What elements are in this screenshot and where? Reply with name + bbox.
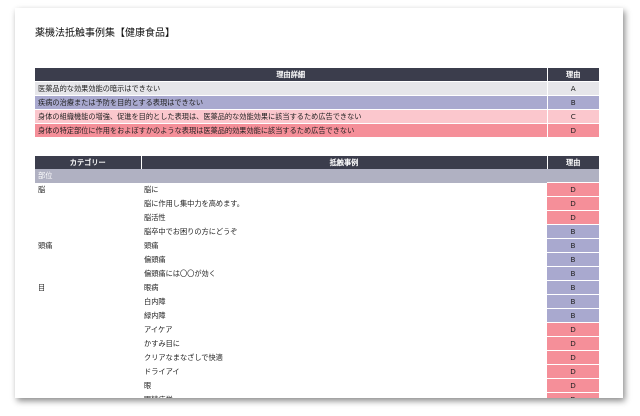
case-row: かすみ目に D — [35, 336, 599, 351]
reason-text: 医薬品的な効果効能の暗示はできない — [35, 81, 547, 96]
case-row: 脳活性 D — [35, 210, 599, 225]
case-category — [35, 225, 141, 239]
case-example: クリアなまなざしで快適 — [144, 353, 223, 362]
case-row: 眼精疲労D — [35, 392, 599, 399]
case-category — [35, 267, 141, 281]
case-code: B — [547, 224, 599, 239]
reason-row: 身体の特定部位に作用をおよぼすかのような表現は医薬品的効果効能に該当するため広告… — [35, 123, 599, 137]
case-category — [35, 393, 141, 399]
case-row: クリアなまなざしで快適 D — [35, 350, 599, 365]
case-category — [35, 351, 141, 365]
case-code: B — [547, 252, 599, 267]
case-example: 偏頭痛 — [144, 255, 166, 264]
case-category — [35, 323, 141, 337]
reason-detail-header: 理由詳細 — [35, 68, 547, 82]
case-row: ドライアイ D — [35, 364, 599, 379]
case-category — [35, 337, 141, 351]
case-code: B — [547, 308, 599, 323]
reason-row: 身体の組織機能の増強、促進を目的とした表現は、医薬品的な効能効果に該当するため広… — [35, 109, 599, 124]
reason-text: 疾病の治療または予防を目的とする表現はできない — [35, 95, 547, 110]
case-category — [35, 309, 141, 323]
case-code: D — [547, 364, 599, 379]
case-code: D — [547, 322, 599, 337]
case-example: 眼 — [144, 381, 152, 390]
case-example: 頭痛 — [144, 241, 159, 250]
reason-table: 理由詳細 理由 医薬品的な効果効能の暗示はできない A 疾病の治療または予防を目的と… — [35, 68, 599, 137]
reason-code: D — [546, 123, 599, 137]
reason-code: B — [546, 95, 599, 110]
example-header: 抵触事例 — [140, 156, 547, 169]
case-row: 眼D — [35, 378, 599, 393]
case-example: 脳活性 — [144, 213, 166, 222]
case-code: D — [547, 210, 599, 225]
reason-header-row: 理由詳細 理由 — [35, 68, 599, 82]
case-code: D — [547, 336, 599, 351]
case-code: B — [547, 238, 599, 253]
case-example: 眼精疲労 — [141, 393, 547, 398]
document-sheet: 薬機法抵触事例集【健康食品】 理由詳細 理由 医薬品的な効果効能の暗示はできない… — [15, 8, 623, 398]
case-code: D — [547, 350, 599, 365]
reason-text: 身体の組織機能の増強、促進を目的とした表現は、医薬品的な効能効果に該当するため広… — [35, 109, 547, 124]
reason-row: 医薬品的な効果効能の暗示はできない A — [35, 81, 599, 96]
reason-row: 疾病の治療または予防を目的とする表現はできない B — [35, 95, 599, 110]
case-row: 偏頭痛 B — [35, 252, 599, 267]
case-example: 脳卒中でお困りの方にどうぞ — [144, 227, 238, 236]
case-row: 緑内障 B — [35, 308, 599, 323]
case-category — [35, 379, 141, 393]
case-row: アイケア D — [35, 322, 599, 337]
case-category — [35, 197, 141, 211]
case-header-row: カテゴリー 抵触事例 理由 — [35, 156, 599, 169]
reason-code-header: 理由 — [546, 68, 599, 82]
case-category — [35, 253, 141, 267]
reason-text: 身体の特定部位に作用をおよぼすかのような表現は医薬品的効果効能に該当するため広告… — [35, 123, 547, 137]
case-example: 白内障 — [144, 297, 166, 306]
case-example: かすみ目に — [144, 339, 180, 348]
case-row: 脳卒中でお困りの方にどうぞ B — [35, 224, 599, 239]
case-code: D — [547, 378, 599, 393]
case-example: ドライアイ — [144, 367, 180, 376]
case-code: D — [547, 182, 599, 197]
case-row: 脳 脳に D — [35, 182, 599, 197]
reason-code: A — [546, 81, 599, 96]
case-row: 偏頭痛には〇〇が効く B — [35, 266, 599, 281]
case-row: 白内障 B — [35, 294, 599, 309]
page-title: 薬機法抵触事例集【健康食品】 — [35, 28, 175, 39]
case-code: D — [547, 392, 599, 398]
case-row: 目 眼病 B — [35, 280, 599, 295]
case-code-header: 理由 — [546, 156, 599, 169]
case-category — [35, 365, 141, 379]
case-code: B — [547, 266, 599, 281]
case-category: 頭痛 — [38, 241, 53, 250]
case-table: カテゴリー 抵触事例 理由 部位 脳 脳に D 脳に作用し集中力を高めます。 D 脳活性 D… — [35, 156, 599, 398]
case-example: 眼病 — [144, 283, 159, 292]
case-category: 脳 — [38, 185, 46, 194]
case-category — [35, 211, 141, 225]
reason-code: C — [546, 109, 599, 124]
case-example: 脳に — [144, 185, 159, 194]
case-example: 緑内障 — [144, 311, 166, 320]
case-code: D — [547, 196, 599, 211]
case-code: B — [547, 280, 599, 295]
case-row: 頭痛 頭痛 B — [35, 238, 599, 253]
case-category: 目 — [38, 283, 46, 292]
section-row: 部位 — [35, 169, 599, 183]
case-row: 脳に作用し集中力を高めます。 D — [35, 196, 599, 211]
category-header: カテゴリー — [35, 156, 141, 169]
section-label: 部位 — [35, 169, 141, 183]
case-code: B — [547, 294, 599, 309]
case-example: 脳に作用し集中力を高めます。 — [144, 199, 244, 208]
case-category — [35, 295, 141, 309]
case-example: 偏頭痛には〇〇が効く — [144, 269, 216, 278]
case-example: アイケア — [144, 325, 173, 334]
